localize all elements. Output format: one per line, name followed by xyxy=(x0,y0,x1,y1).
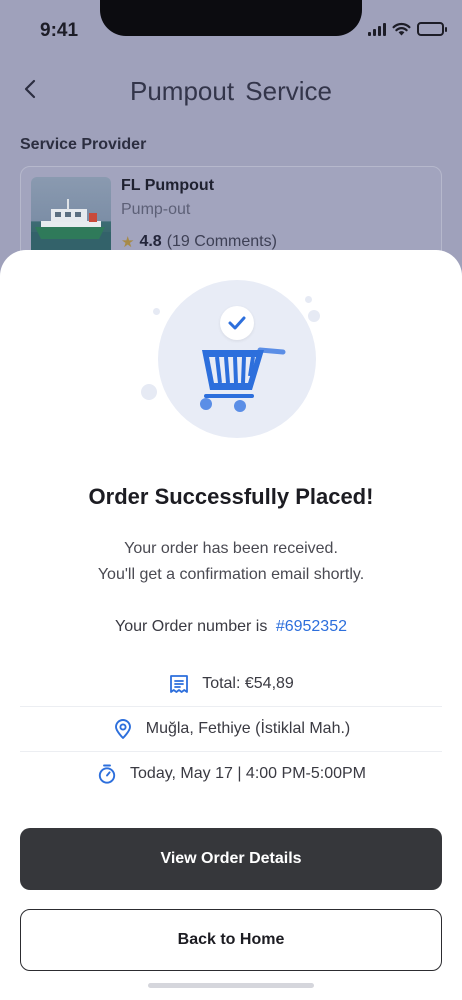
provider-name: FL Pumpout xyxy=(121,177,215,194)
location-row: Muğla, Fethiye (İstiklal Mah.) xyxy=(20,706,442,752)
message-line-1: Your order has been received. xyxy=(124,540,338,557)
wifi-icon xyxy=(392,22,411,36)
view-order-details-button[interactable]: View Order Details xyxy=(20,828,442,890)
provider-boat-image xyxy=(31,177,111,257)
confirmation-message: Your order has been received. You'll get… xyxy=(0,536,462,588)
shopping-cart-icon xyxy=(200,347,286,412)
check-icon xyxy=(228,316,246,330)
order-schedule: Today, May 17 | 4:00 PM-5:00PM xyxy=(130,765,366,782)
order-confirmation-sheet: Order Successfully Placed! Your order ha… xyxy=(0,250,462,1000)
provider-type: Pump-out xyxy=(121,201,191,218)
decor-dot xyxy=(141,384,157,400)
decor-dot xyxy=(153,308,160,315)
receipt-icon xyxy=(170,674,189,693)
confirmation-title: Order Successfully Placed! xyxy=(88,484,374,509)
check-badge xyxy=(220,306,254,340)
stopwatch-icon xyxy=(98,764,116,784)
cellular-signal-icon xyxy=(368,22,386,36)
device-notch xyxy=(100,0,362,36)
battery-icon xyxy=(417,22,447,36)
provider-rating: ★ 4.8 (19 Comments) xyxy=(121,233,277,251)
order-total: Total: €54,89 xyxy=(202,674,294,692)
status-bar: 9:41 xyxy=(0,0,462,60)
order-number-link[interactable]: #6952352 xyxy=(276,618,347,635)
success-illustration xyxy=(0,250,462,438)
status-time: 9:41 xyxy=(40,20,79,41)
page-title: Pumpout Service xyxy=(130,76,332,106)
schedule-row: Today, May 17 | 4:00 PM-5:00PM xyxy=(20,751,442,797)
order-number-row: Your Order number is #6952352 xyxy=(0,618,462,636)
home-indicator[interactable] xyxy=(148,983,314,988)
service-provider-label: Service Provider xyxy=(20,136,147,153)
order-location: Muğla, Fethiye (İstiklal Mah.) xyxy=(145,719,351,737)
boat-illustration xyxy=(31,199,111,257)
status-icons xyxy=(368,22,447,36)
decor-dot xyxy=(305,296,312,303)
total-row: Total: €54,89 xyxy=(20,661,442,707)
comments-count: (19 Comments) xyxy=(166,233,277,250)
location-pin-icon xyxy=(114,718,131,739)
message-line-2: You'll get a confirmation email shortly. xyxy=(97,566,365,583)
rating-value: 4.8 xyxy=(139,233,162,250)
star-icon: ★ xyxy=(121,234,135,251)
back-to-home-button[interactable]: Back to Home xyxy=(20,909,442,971)
decor-dot xyxy=(308,310,320,322)
order-number-label: Your Order number is xyxy=(114,618,268,635)
nav-bar: Pumpout Service xyxy=(0,70,462,110)
